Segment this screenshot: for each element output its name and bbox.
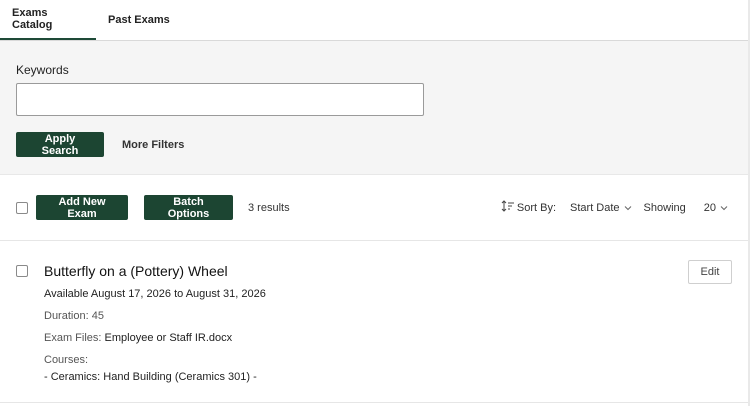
sort-by-label: Sort By:: [516, 201, 557, 214]
chevron-down-icon: [624, 205, 631, 210]
batch-options-button[interactable]: Batch Options: [144, 195, 233, 220]
sort-controls: Sort By: Start Date Showing 20: [501, 175, 728, 240]
edit-button[interactable]: Edit: [688, 260, 732, 284]
keywords-input[interactable]: [16, 83, 424, 116]
duration-value: 45: [91, 310, 104, 322]
sort-order-icon[interactable]: [501, 199, 517, 216]
exam-files-value[interactable]: Employee or Staff IR.docx: [105, 332, 233, 344]
exam-list-item: Butterfly on a (Pottery) Wheel Available…: [0, 241, 750, 403]
search-actions: Apply Search More Filters: [16, 132, 734, 157]
tab-exams-catalog-label: Exams Catalog: [12, 7, 53, 31]
exam-files-label: Exam Files:: [44, 332, 102, 344]
exam-duration: Duration: 45: [44, 310, 734, 322]
tab-exams-catalog[interactable]: Exams Catalog: [0, 0, 96, 40]
sort-select-value: Start Date: [570, 201, 620, 214]
keywords-label: Keywords: [16, 63, 69, 77]
results-count: 3 results: [248, 201, 290, 214]
page-size-value: 20: [703, 201, 716, 214]
exam-availability: Available August 17, 2026 to August 31, …: [44, 288, 266, 300]
page-size-select[interactable]: 20: [704, 202, 728, 214]
apply-search-button[interactable]: Apply Search: [16, 132, 104, 157]
courses-label: Courses:: [44, 354, 89, 366]
showing-label: Showing: [643, 201, 686, 214]
chevron-down-icon: [720, 205, 728, 210]
courses-value: - Ceramics: Hand Building (Ceramics 301)…: [44, 371, 257, 383]
exam-files: Exam Files: Employee or Staff IR.docx: [44, 332, 734, 344]
more-filters-button[interactable]: More Filters: [122, 139, 184, 151]
tab-past-exams[interactable]: Past Exams: [96, 0, 182, 40]
exam-title[interactable]: Butterfly on a (Pottery) Wheel: [44, 263, 734, 279]
duration-label: Duration:: [44, 310, 89, 322]
tab-bar: Exams Catalog Past Exams: [0, 0, 750, 41]
sort-select[interactable]: Start Date: [570, 202, 632, 214]
tab-past-exams-label: Past Exams: [108, 14, 170, 26]
select-all-checkbox[interactable]: [16, 201, 28, 214]
results-toolbar: Add New Exam Batch Options 3 results Sor…: [0, 175, 750, 241]
add-new-exam-button[interactable]: Add New Exam: [36, 195, 128, 220]
exam-select-checkbox[interactable]: [16, 265, 28, 277]
exam-details: Butterfly on a (Pottery) Wheel Available…: [44, 263, 734, 383]
search-panel: Keywords Apply Search More Filters: [0, 41, 750, 175]
